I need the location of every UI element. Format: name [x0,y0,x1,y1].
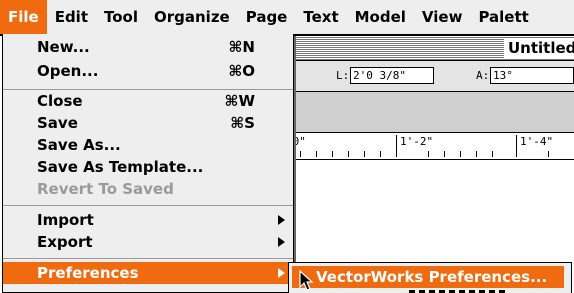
shortcut-label: ⌘O [228,62,255,80]
ruler-minor-tick [380,151,381,157]
menu-tool[interactable]: Tool [96,0,146,34]
angle-label: A: [476,69,490,82]
menu-item-label: Save As... [37,136,121,154]
window-title-bar[interactable]: Untitled [280,36,574,61]
submenu-arrow-icon [278,215,285,225]
menu-page[interactable]: Page [238,0,296,34]
length-field[interactable]: 2'0 3/8" [350,67,434,84]
ruler-minor-tick [332,151,333,157]
ruler-label: 1'-4" [520,135,554,148]
submenu-arrow-icon [278,237,285,247]
menu-item-label: Revert To Saved [37,180,174,198]
menu-text[interactable]: Text [295,0,346,34]
data-display-bar: L: 2'0 3/8" A: 13° [280,61,574,92]
menu-item-vectorworks-preferences[interactable]: VectorWorks Preferences... [292,266,564,288]
submenu-arrow-icon [278,268,285,278]
menu-item-close[interactable]: Close ⌘W [3,90,293,112]
ruler-minor-tick [300,151,301,157]
menu-item-label: New... [37,38,90,56]
menu-item-export[interactable]: Export [3,231,293,253]
ruler-major-tick [516,135,517,157]
menu-item-save-as[interactable]: Save As... [3,134,293,156]
menu-item-save[interactable]: Save ⌘S [3,112,293,134]
shortcut-label: ⌘N [228,38,255,56]
menu-item-label: Save As Template... [37,158,204,176]
file-menu-dropdown: New... ⌘N Open... ⌘O Close ⌘W Save ⌘S Sa… [2,34,294,293]
shortcut-label: ⌘S [230,114,255,132]
menu-item-revert-to-saved: Revert To Saved [3,178,293,200]
menu-view[interactable]: View [414,0,471,34]
arrow-cursor-icon [299,270,314,291]
menu-palettes[interactable]: Palett [470,0,536,34]
menu-organize[interactable]: Organize [146,0,238,34]
menu-separator [3,205,293,206]
ruler-major-tick [396,135,397,157]
window-title: Untitled [504,38,574,58]
document-window: Untitled L: 2'0 3/8" A: 13° -0" 1'-2" 1'… [280,36,574,292]
ruler-minor-tick [548,151,549,157]
ruler-minor-tick [444,151,445,157]
menu-bar: File Edit Tool Organize Page Text Model … [0,0,574,36]
menu-item-open[interactable]: Open... ⌘O [3,60,293,82]
menu-item-label: Export [37,233,93,251]
ruler-minor-tick [460,151,461,157]
menu-item-label: Import [37,211,94,229]
ruler-minor-tick [316,151,317,157]
menu-edit[interactable]: Edit [47,0,96,34]
length-label: L: [336,69,350,82]
menu-item-import[interactable]: Import [3,209,293,231]
menu-item-preferences[interactable]: Preferences [3,262,293,284]
menu-item-new[interactable]: New... ⌘N [3,36,293,58]
ruler-minor-tick [476,151,477,157]
preferences-submenu: VectorWorks Preferences... [288,262,572,293]
ruler-label: 1'-2" [400,135,434,148]
menu-item-label: Close [37,92,83,110]
menu-item-label: Open... [37,62,99,80]
menu-separator [3,258,293,259]
horizontal-ruler: -0" 1'-2" 1'-4" [280,133,574,160]
menu-item-label: Preferences [37,264,139,282]
menu-file[interactable]: File [0,0,47,34]
ruler-minor-tick [492,151,493,157]
ruler-minor-tick [364,151,365,157]
menu-model[interactable]: Model [347,0,414,34]
mode-bar [280,92,574,133]
shortcut-label: ⌘W [224,92,255,110]
menu-item-save-as-template[interactable]: Save As Template... [3,156,293,178]
angle-field[interactable]: 13° [490,67,574,84]
ruler-minor-tick [348,151,349,157]
ruler-minor-tick [428,151,429,157]
menu-item-label: Save [37,114,78,132]
